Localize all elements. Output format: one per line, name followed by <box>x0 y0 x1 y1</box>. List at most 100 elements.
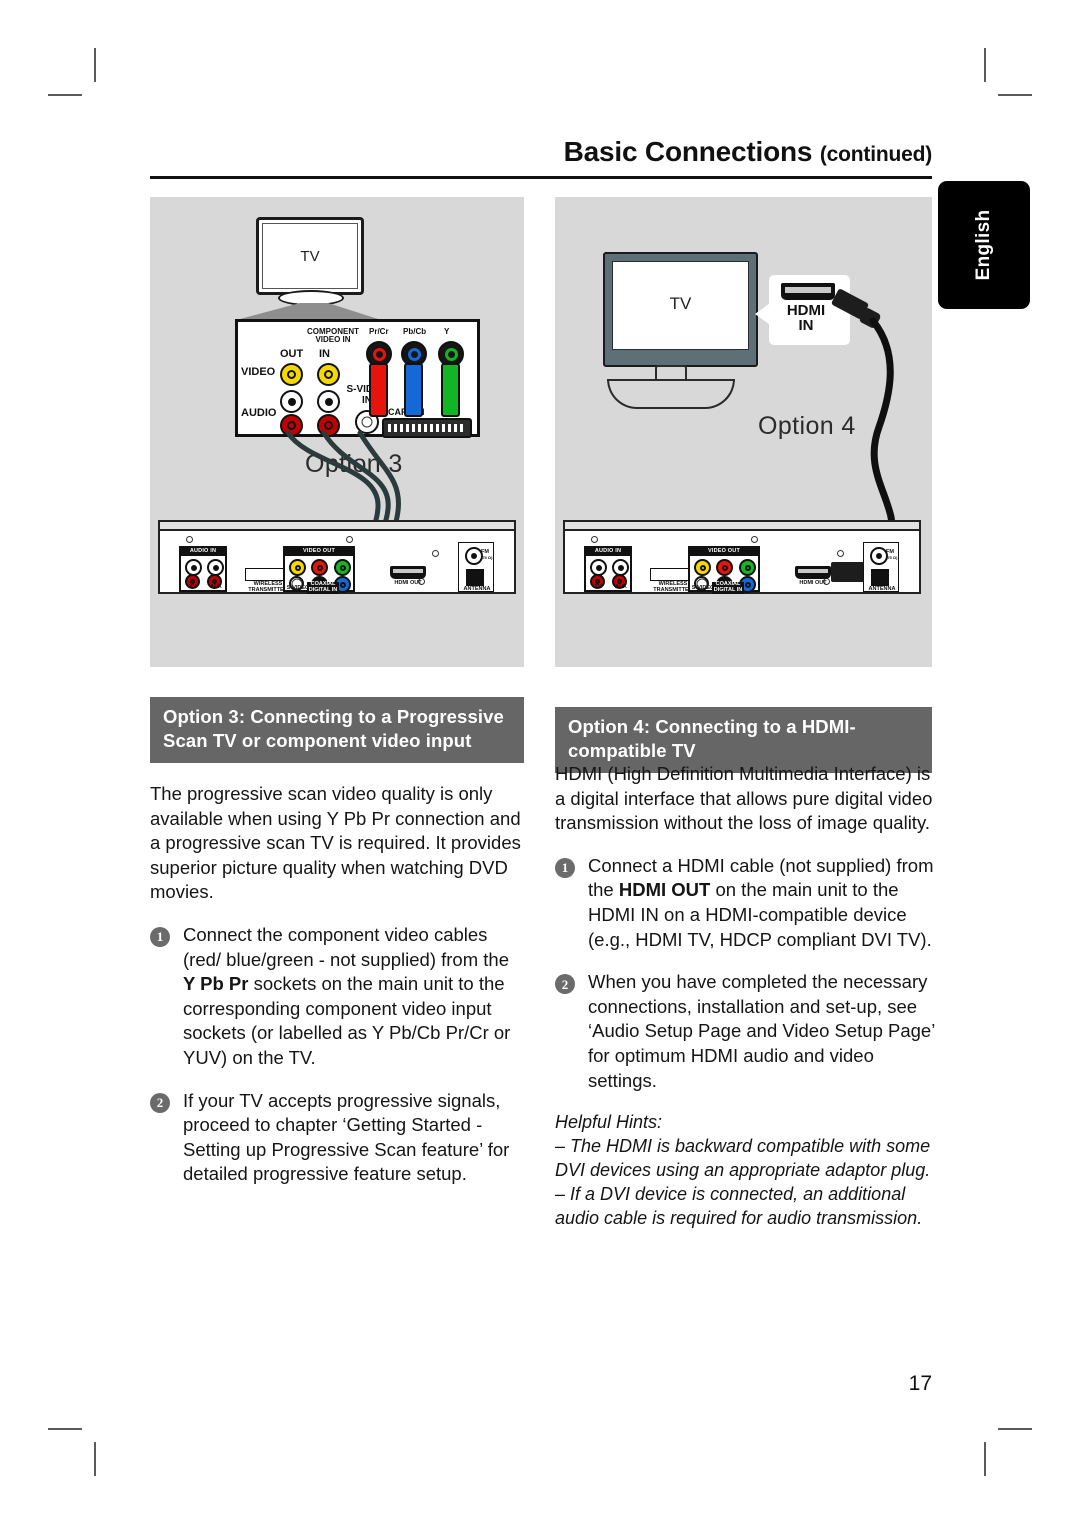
audio-in-group-right: AUDIO IN TV AUX <box>584 546 632 592</box>
option-3-intro: The progressive scan video quality is on… <box>150 783 521 903</box>
antenna-group-right: FM (75 Ω) ANTENNA <box>863 542 899 592</box>
audio-in-tv-label: TV <box>189 584 197 591</box>
audio-left-jack-out <box>280 390 303 413</box>
audio-in-caption: AUDIO IN <box>181 547 225 556</box>
fm-label-left: FM (75 Ω) <box>481 549 493 560</box>
crop-mark-bottom-right-v <box>984 1442 986 1476</box>
step-text-before: Connect the component video cables (red/… <box>183 923 509 970</box>
y-plug-body <box>441 363 460 417</box>
rear-screw-r1 <box>591 536 598 543</box>
audio-left-jack-in <box>317 390 340 413</box>
rear-screw-2 <box>346 536 353 543</box>
crop-mark-bottom-left-v <box>94 1442 96 1476</box>
antenna-label-right: ANTENNA <box>868 586 896 593</box>
audio-in-aux-label: AUX <box>210 584 222 591</box>
illustration-option-4: TV HDMI IN Option 4 AUDIO IN TV AUX WIRE… <box>555 197 932 667</box>
crop-mark-bottom-right-h <box>998 1428 1032 1430</box>
hdmi-out-label-left: HDMI OUT <box>394 580 422 586</box>
body-column-right: HDMI (High Definition Multimedia Interfa… <box>555 762 940 1231</box>
step-text-bold: Y Pb Pr <box>183 973 249 995</box>
rear-panel-top-strip-right <box>565 522 919 531</box>
language-tab-label: English <box>973 209 994 281</box>
helpful-hints-title: Helpful Hints: <box>555 1112 663 1133</box>
coaxial-digital-in-label-left: COAXIAL DIGITAL IN <box>307 581 339 594</box>
dvd-rear-panel-left: AUDIO IN TV AUX WIRELESS TRANSMITTER VID… <box>158 520 516 594</box>
rear-screw-r3 <box>837 550 844 557</box>
section-heading-option-3: Option 3: Connecting to a Progressive Sc… <box>150 697 524 763</box>
lcd-tv: TV <box>603 252 758 367</box>
component-out-y-jack-left <box>334 559 351 576</box>
step-number-badge: 1 <box>150 926 170 947</box>
hdmi-in-label: HDMI IN <box>786 302 826 335</box>
option-4-intro: HDMI (High Definition Multimedia Interfa… <box>555 763 933 834</box>
body-column-left: The progressive scan video quality is on… <box>150 782 524 1205</box>
page-title: Basic Connections (continued) <box>150 136 933 168</box>
audio-label: AUDIO <box>241 407 277 419</box>
hdmi-in-port-icon <box>781 283 835 300</box>
option-3-caption: Option 3 <box>305 450 403 478</box>
video-out-caption-right: VIDEO OUT <box>690 547 758 556</box>
audio-in-aux-label-right: AUX <box>615 584 627 591</box>
crt-tv-base <box>278 290 344 306</box>
lcd-tv-stand-base <box>607 379 735 409</box>
step-number-badge: 2 <box>150 1092 170 1113</box>
fm-label-right: FM (75 Ω) <box>886 549 898 560</box>
step-number-badge: 2 <box>555 974 575 995</box>
pb-plug-body <box>404 363 423 417</box>
language-tab: English <box>938 181 1030 309</box>
step-text-before: When you have completed the necessary co… <box>588 971 935 1091</box>
illustration-option-3: TV COMPONENT VIDEO IN Pr/Cr Pb/Cb Y OUT … <box>150 197 524 667</box>
am-loop-terminal-right <box>871 569 889 586</box>
dvd-rear-panel-right: AUDIO IN TV AUX WIRELESS TRANSMITTER VID… <box>563 520 921 594</box>
antenna-group-left: FM (75 Ω) ANTENNA <box>458 542 494 592</box>
composite-video-out-jack-right <box>694 559 711 576</box>
option-3-step-2: 2 If your TV accepts progressive signals… <box>150 1089 524 1187</box>
page-number: 17 <box>908 1372 932 1395</box>
pb-cb-label: Pb/Cb <box>403 327 427 336</box>
video-out-group-right: VIDEO OUT S-VIDEO COAXIAL DIGITAL IN <box>688 546 760 594</box>
antenna-label-left: ANTENNA <box>463 586 491 593</box>
crop-mark-top-right-v <box>984 48 986 82</box>
option-3-step-1: 1 Connect the component video cables (re… <box>150 923 524 1071</box>
coaxial-digital-in-label-right: COAXIAL DIGITAL IN <box>712 581 744 594</box>
audio-in-caption-right: AUDIO IN <box>586 547 630 556</box>
component-out-pr-jack-right <box>716 559 733 576</box>
rear-panel-top-strip <box>160 522 514 531</box>
in-label: IN <box>319 348 330 360</box>
rear-screw-1 <box>186 536 193 543</box>
helpful-hint-1: – The HDMI is backward compatible with s… <box>555 1136 931 1180</box>
crop-mark-bottom-left-h <box>48 1428 82 1430</box>
component-out-y-jack-right <box>739 559 756 576</box>
hdmi-out-label-right: HDMI OUT <box>799 580 827 586</box>
page-title-main: Basic Connections <box>563 136 813 167</box>
video-label: VIDEO <box>241 366 276 378</box>
crop-mark-top-right-h <box>998 94 1032 96</box>
hdmi-out-port-right <box>795 566 831 579</box>
page-title-suffix: (continued) <box>819 143 932 166</box>
video-in-jack <box>317 363 340 386</box>
step-text-before: If your TV accepts progressive signals, … <box>183 1089 510 1185</box>
rear-screw-r2 <box>751 536 758 543</box>
step-text-bold: HDMI OUT <box>618 879 711 901</box>
video-out-jack <box>280 363 303 386</box>
rear-screw-3 <box>432 550 439 557</box>
helpful-hints-block: Helpful Hints: – The HDMI is backward co… <box>555 1111 940 1231</box>
lcd-tv-label: TV <box>669 294 692 313</box>
scart-connector <box>382 418 472 438</box>
video-out-caption: VIDEO OUT <box>285 547 353 556</box>
helpful-hint-2: – If a DVI device is connected, an addit… <box>555 1183 923 1228</box>
option-4-caption: Option 4 <box>758 412 856 440</box>
pr-plug-body <box>369 363 388 417</box>
audio-right-jack-in <box>317 414 340 437</box>
pr-cr-label: Pr/Cr <box>369 327 389 336</box>
option-4-step-2: 2 When you have completed the necessary … <box>555 970 940 1093</box>
audio-in-tv-label-right: TV <box>594 584 602 591</box>
out-label: OUT <box>280 348 304 360</box>
video-out-group-left: VIDEO OUT S-VIDEO COAXIAL DIGITAL IN <box>283 546 355 594</box>
component-video-in-label: COMPONENT VIDEO IN <box>307 327 359 345</box>
y-label: Y <box>444 327 450 336</box>
audio-in-group-left: AUDIO IN TV AUX <box>179 546 227 592</box>
composite-video-out-jack <box>289 559 306 576</box>
option-4-step-1: 1 Connect a HDMI cable (not supplied) fr… <box>555 854 940 952</box>
tv-jack-panel: COMPONENT VIDEO IN Pr/Cr Pb/Cb Y OUT IN … <box>235 319 480 438</box>
